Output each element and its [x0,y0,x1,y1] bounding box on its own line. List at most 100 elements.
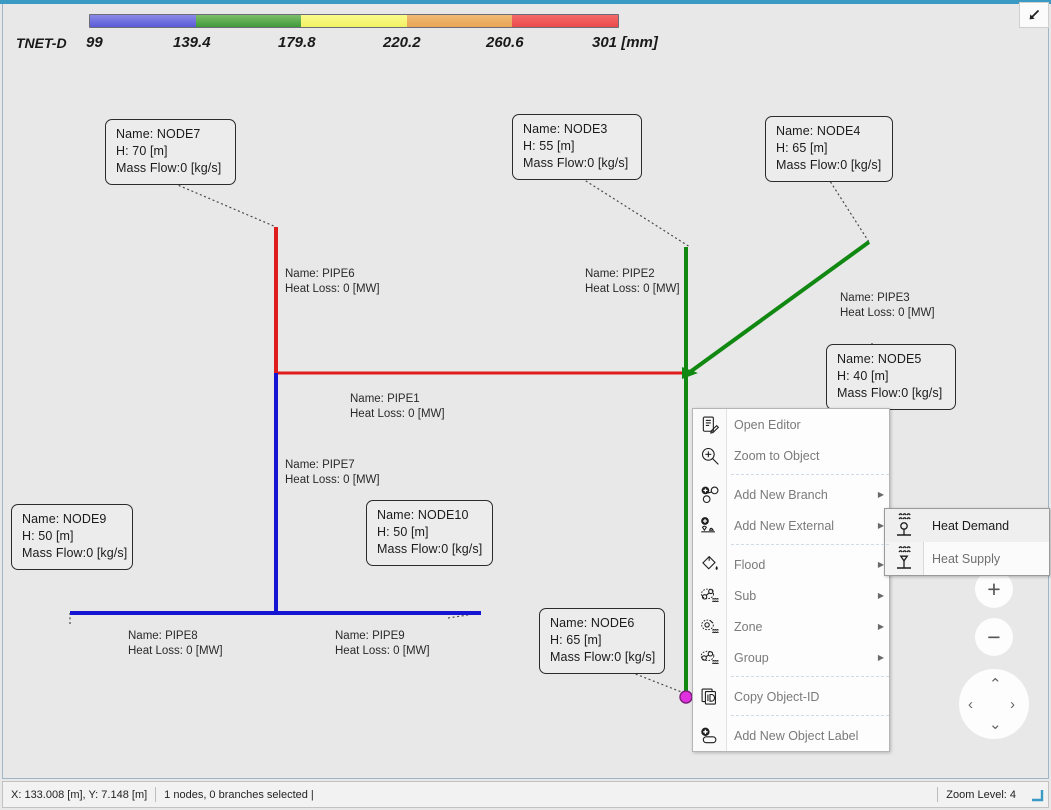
chevron-right-icon: ▶ [873,622,889,631]
zoom-in-label: + [987,576,1000,603]
node-name-line: Name: NODE3 [523,121,632,138]
context-menu[interactable]: Open EditorZoom to ObjectAdd New Branch▶… [692,408,890,752]
pan-right-button[interactable]: › [1010,697,1015,712]
zoom-out-button[interactable]: − [975,618,1013,656]
pipe-loss-line: Heat Loss: 0 [MW] [285,473,380,488]
zone-icon [693,611,726,642]
heat-supply-icon [885,546,923,572]
status-coordinates: X: 133.008 [m], Y: 7.148 [m] [3,789,155,801]
colorbar-tick-5: 301 [mm] [592,34,658,51]
menu-item-label: Group [726,651,873,665]
menu-separator [731,676,889,678]
colorbar-tick-0: 99 [86,34,103,51]
pipe-loss-line: Heat Loss: 0 [MW] [128,644,223,659]
pan-left-button[interactable]: ‹ [968,697,973,712]
node-flow-line: Mass Flow:0 [kg/s] [22,545,123,562]
add-external-icon [693,510,726,541]
menu-item-copy-object-id[interactable]: Copy Object-ID [693,681,889,712]
menu-item-group[interactable]: Group▶ [693,642,889,673]
node-name-line: Name: NODE5 [837,351,946,368]
node-label-NODE10[interactable]: Name: NODE10H: 50 [m]Mass Flow:0 [kg/s] [366,500,493,566]
chevron-right-icon: ▶ [873,490,889,499]
node-flow-line: Mass Flow:0 [kg/s] [523,155,632,172]
heat-demand-icon [885,513,923,539]
submenu-item-heat-demand[interactable]: Heat Demand [885,509,1049,542]
menu-item-label: Add New Object Label [726,729,873,743]
collapse-panel-button[interactable] [1019,2,1049,28]
menu-item-label: Copy Object-ID [726,690,873,704]
colorbar-gradient [89,14,619,28]
zoom-out-label: − [987,624,1000,651]
red-band [512,15,618,27]
pipe-name-line: Name: PIPE2 [585,267,680,282]
node-name-line: Name: NODE7 [116,126,226,143]
pan-control-pad[interactable]: ⌃ ⌄ ‹ › [959,669,1029,739]
node-h-line: H: 65 [m] [550,632,655,649]
sub-network-icon [693,580,726,611]
collapse-arrow-icon [1026,7,1042,23]
document-edit-icon [693,409,726,440]
chevron-right-icon: ▶ [873,591,889,600]
menu-item-label: Open Editor [726,418,873,432]
node-label-NODE7[interactable]: Name: NODE7H: 70 [m]Mass Flow:0 [kg/s] [105,119,236,185]
group-icon [693,642,726,673]
pipe-name-line: Name: PIPE8 [128,629,223,644]
context-menu-items: Open EditorZoom to ObjectAdd New Branch▶… [693,409,889,751]
blue-band [90,15,196,27]
colorbar-legend: TNET-D 99139.4179.8220.2260.6301 [mm] [0,6,1047,54]
node-h-line: H: 40 [m] [837,368,946,385]
pipe-label-PIPE1[interactable]: Name: PIPE1Heat Loss: 0 [MW] [350,392,445,421]
add-branch-icon [693,479,726,510]
status-bar: X: 133.008 [m], Y: 7.148 [m] 1 nodes, 0 … [2,781,1049,808]
selected-node-marker[interactable] [680,691,692,703]
pipe-loss-line: Heat Loss: 0 [MW] [285,282,380,297]
node-name-line: Name: NODE10 [377,507,483,524]
pipe-label-PIPE2[interactable]: Name: PIPE2Heat Loss: 0 [MW] [585,267,680,296]
menu-item-open-editor[interactable]: Open Editor [693,409,889,440]
menu-item-add-new-external[interactable]: Add New External▶ [693,510,889,541]
pipe-name-line: Name: PIPE3 [840,291,935,306]
submenu-item-heat-supply[interactable]: Heat Supply [885,542,1049,575]
pipe-name-line: Name: PIPE7 [285,458,380,473]
pan-down-button[interactable]: ⌄ [989,717,1002,732]
node-flow-line: Mass Flow:0 [kg/s] [550,649,655,666]
resize-grip-icon[interactable] [1032,788,1044,802]
node-flow-line: Mass Flow:0 [kg/s] [837,385,946,402]
node-label-NODE9[interactable]: Name: NODE9H: 50 [m]Mass Flow:0 [kg/s] [11,504,133,570]
menu-separator [731,715,889,717]
colorbar-tick-2: 179.8 [278,34,316,51]
pipe-label-PIPE8[interactable]: Name: PIPE8Heat Loss: 0 [MW] [128,629,223,658]
add-label-icon [693,720,726,751]
menu-item-flood[interactable]: Flood▶ [693,549,889,580]
pipe-loss-line: Heat Loss: 0 [MW] [840,306,935,321]
node-label-NODE6[interactable]: Name: NODE6H: 65 [m]Mass Flow:0 [kg/s] [539,608,665,674]
menu-item-label: Zone [726,620,873,634]
tnet-network-view: TNET-D 99139.4179.8220.2260.6301 [mm] [0,0,1051,810]
submenu-item-label: Heat Demand [923,519,1009,533]
status-selection: 1 nodes, 0 branches selected | [156,789,322,801]
colorbar-title: TNET-D [16,35,67,51]
menu-item-add-new-object-label[interactable]: Add New Object Label [693,720,889,751]
node-name-line: Name: NODE9 [22,511,123,528]
pipe-label-PIPE7[interactable]: Name: PIPE7Heat Loss: 0 [MW] [285,458,380,487]
pipe-label-PIPE3[interactable]: Name: PIPE3Heat Loss: 0 [MW] [840,291,935,320]
node-h-line: H: 70 [m] [116,143,226,160]
pipe-loss-line: Heat Loss: 0 [MW] [585,282,680,297]
node-label-NODE4[interactable]: Name: NODE4H: 65 [m]Mass Flow:0 [kg/s] [765,116,893,182]
pipe-label-PIPE9[interactable]: Name: PIPE9Heat Loss: 0 [MW] [335,629,430,658]
menu-item-add-new-branch[interactable]: Add New Branch▶ [693,479,889,510]
pipe-name-line: Name: PIPE9 [335,629,430,644]
menu-item-zoom-to-object[interactable]: Zoom to Object [693,440,889,471]
menu-separator [731,474,889,476]
copy-id-icon [693,681,726,712]
menu-item-sub[interactable]: Sub▶ [693,580,889,611]
pan-up-button[interactable]: ⌃ [989,677,1002,692]
pipe-label-PIPE6[interactable]: Name: PIPE6Heat Loss: 0 [MW] [285,267,380,296]
add-new-external-submenu[interactable]: Heat Demand Heat Supply [884,508,1050,576]
colorbar-tick-4: 260.6 [486,34,524,51]
menu-item-label: Add New Branch [726,488,873,502]
menu-item-zone[interactable]: Zone▶ [693,611,889,642]
node-label-NODE3[interactable]: Name: NODE3H: 55 [m]Mass Flow:0 [kg/s] [512,114,642,180]
status-zoom-level: Zoom Level: 4 [938,789,1024,801]
node-label-NODE5[interactable]: Name: NODE5H: 40 [m]Mass Flow:0 [kg/s] [826,344,956,410]
